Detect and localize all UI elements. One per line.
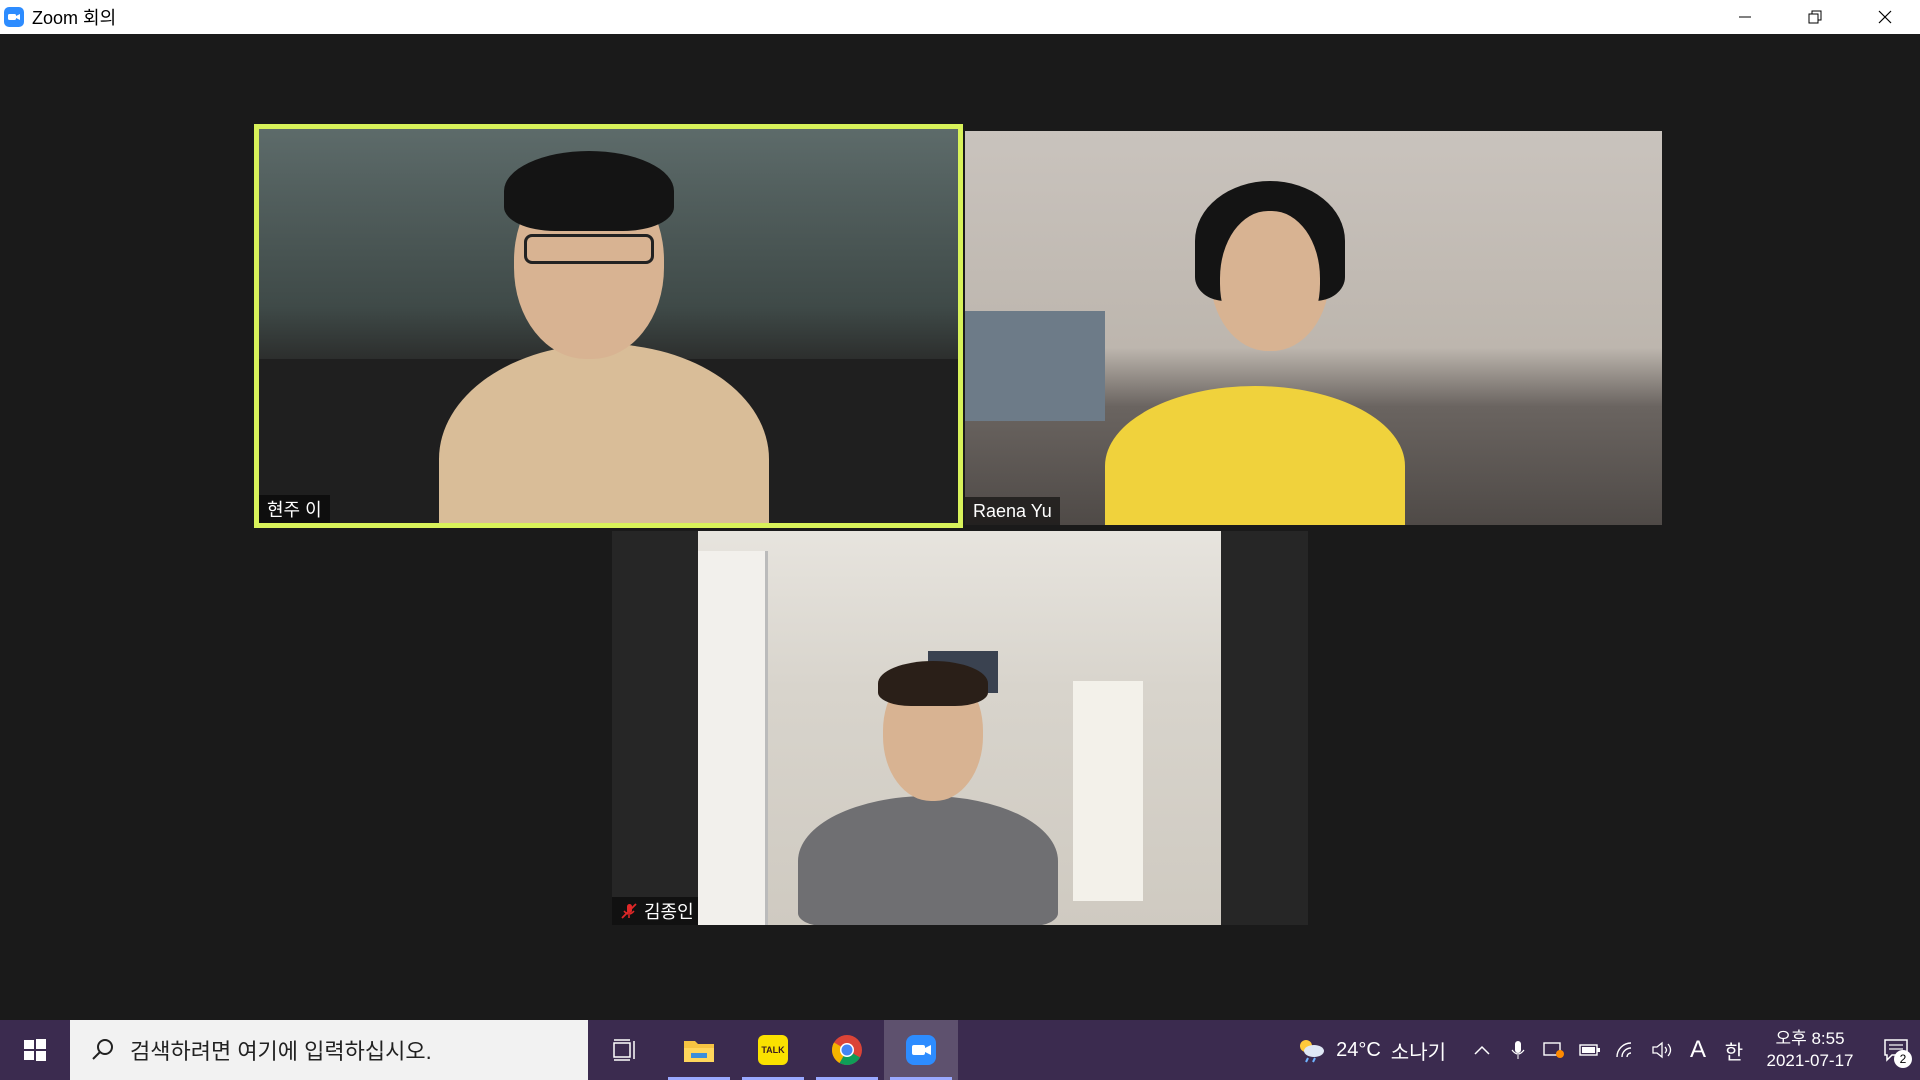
volume-icon[interactable] [1650,1038,1674,1062]
kakaotalk-label: TALK [761,1045,785,1055]
search-placeholder: 검색하려면 여기에 입력하십시오. [130,1039,432,1064]
clock-date: 2021-07-17 [1766,1051,1854,1070]
meeting-gallery: 현주 이 Raena Yu 김종인 [0,34,1920,1020]
action-center-button[interactable]: 2 [1872,1020,1920,1080]
task-view-icon [613,1039,635,1061]
zoom-taskbar-button[interactable] [884,1020,958,1080]
participant-hair [504,151,674,231]
chrome-button[interactable] [810,1020,884,1080]
minimize-button[interactable] [1710,0,1780,34]
participant-name: 김종인 [644,902,694,922]
remote-access-icon[interactable] [1542,1038,1566,1062]
wifi-icon[interactable] [1614,1038,1638,1062]
ime-language-indicator[interactable]: A [1686,1036,1710,1063]
glasses-icon [524,234,654,264]
muted-mic-icon [621,903,637,919]
participant-face-front [1220,211,1320,351]
appliance [1073,681,1143,901]
participant-video [698,531,1221,925]
task-view-button[interactable] [588,1020,662,1080]
show-hidden-icons-icon[interactable] [1470,1038,1494,1062]
participant-torso [1105,386,1405,525]
door-frame [698,551,768,925]
ime-mode-indicator[interactable]: 한 [1722,1038,1746,1064]
taskbar: 검색하려면 여기에 입력하십시오. TALK 24°C 소나기 A 한 오후 8… [0,1020,1920,1080]
participant-video [965,131,1662,525]
video-tile-raena[interactable]: Raena Yu [965,131,1662,525]
close-button[interactable] [1850,0,1920,34]
clock-time: 오후 8:55 [1775,1029,1845,1048]
start-button[interactable] [0,1020,70,1080]
minimize-icon [1739,16,1751,18]
participant-hair [878,661,988,706]
kakaotalk-button[interactable]: TALK [736,1020,810,1080]
participant-video [259,129,958,523]
video-tile-kim [698,531,1221,925]
notification-count-badge: 2 [1894,1050,1912,1068]
taskbar-clock[interactable]: 오후 8:55 2021-07-17 [1760,1028,1860,1072]
search-box[interactable]: 검색하려면 여기에 입력하십시오. [70,1020,588,1080]
restore-icon [1808,10,1822,24]
window-title: Zoom 회의 [32,8,117,28]
tray-icons: A 한 [1470,1036,1746,1064]
microphone-icon[interactable] [1506,1038,1530,1062]
nameplate: 김종인 [612,897,702,925]
weather-widget[interactable]: 24°C 소나기 [1296,1036,1446,1065]
weather-shower-icon [1300,1040,1325,1063]
zoom-camera-icon [4,7,24,27]
weather-condition: 소나기 [1390,1041,1446,1064]
folder-icon [684,1041,714,1062]
system-tray: 24°C 소나기 A 한 오후 8:55 2021-07-17 2 [1296,1020,1920,1080]
video-tile-hyunju[interactable]: 현주 이 [254,124,963,528]
zoom-icon [906,1035,936,1065]
chrome-icon [832,1035,862,1066]
search-icon [92,1039,113,1060]
nameplate: 현주 이 [259,495,330,523]
participant-name: 현주 이 [267,500,322,520]
close-icon [1878,10,1892,24]
file-explorer-button[interactable] [662,1020,736,1080]
participant-torso [798,796,1058,925]
kakaotalk-icon: TALK [758,1035,788,1065]
nameplate: Raena Yu [965,497,1060,525]
window-controls [1710,0,1920,34]
windows-logo-icon [24,1039,46,1061]
window-titlebar: Zoom 회의 [0,0,1920,34]
weather-temp: 24°C [1336,1038,1381,1061]
bookshelf [965,311,1105,421]
restore-button[interactable] [1780,0,1850,34]
participant-name: Raena Yu [973,500,1052,521]
battery-icon[interactable] [1578,1038,1602,1062]
